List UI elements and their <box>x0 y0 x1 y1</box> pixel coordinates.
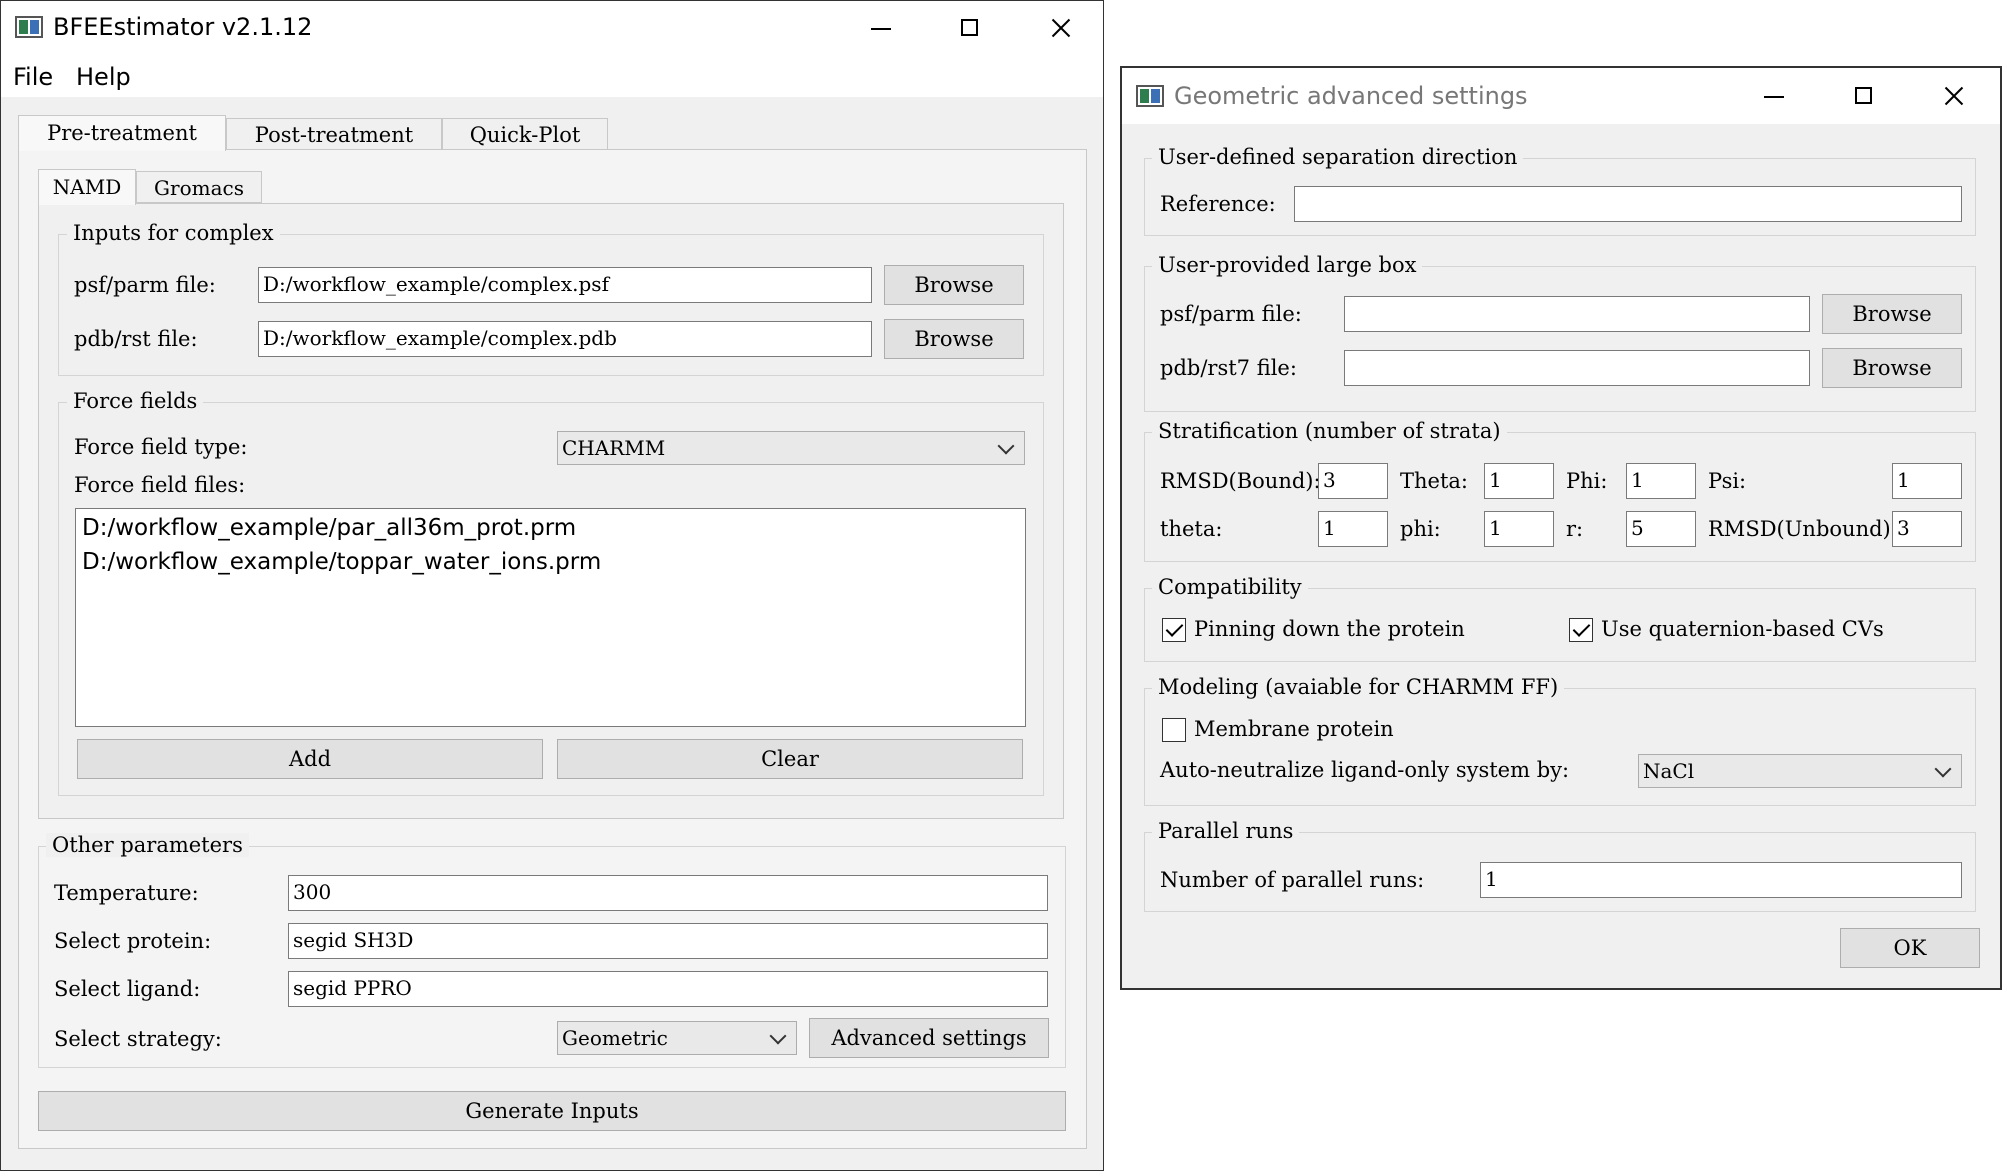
neutralize-combo[interactable]: NaCl <box>1638 754 1962 788</box>
psf-browse-button[interactable]: Browse <box>884 265 1024 305</box>
other-params-legend: Other parameters <box>46 833 249 857</box>
modeling-legend: Modeling (avaiable for CHARMM FF) <box>1152 675 1565 699</box>
minimize-icon[interactable] <box>859 6 903 50</box>
large-box-pdb-label: pdb/rst7 file: <box>1160 356 1297 380</box>
rmsd-unbound-input[interactable]: 3 <box>1892 511 1962 547</box>
tab-namd[interactable]: NAMD <box>38 169 136 205</box>
tab-pre-treatment[interactable]: Pre-treatment <box>18 115 226 151</box>
pdb-browse-button[interactable]: Browse <box>884 319 1024 359</box>
minimize-icon[interactable] <box>1752 74 1796 118</box>
tab-gromacs[interactable]: Gromacs <box>136 171 262 203</box>
ligand-input[interactable]: segid PPRO <box>288 971 1048 1007</box>
quaternion-checkbox[interactable] <box>1569 618 1593 642</box>
phi-upper-label: Phi: <box>1566 469 1608 493</box>
separation-legend: User-defined separation direction <box>1152 145 1524 169</box>
close-icon[interactable] <box>1932 74 1976 118</box>
neutralize-value: NaCl <box>1643 759 1695 783</box>
protein-label: Select protein: <box>54 929 212 953</box>
psf-input[interactable]: D:/workflow_example/complex.psf <box>258 267 872 303</box>
list-item[interactable]: D:/workflow_example/toppar_water_ions.pr… <box>82 549 601 575</box>
generate-inputs-button[interactable]: Generate Inputs <box>38 1091 1066 1131</box>
modeling-group <box>1144 688 1976 806</box>
menubar: File Help <box>1 55 1103 97</box>
neutralize-label: Auto-neutralize ligand-only system by: <box>1160 758 1570 782</box>
ff-files-list[interactable]: D:/workflow_example/par_all36m_prot.prm … <box>75 508 1026 727</box>
pinning-label: Pinning down the protein <box>1194 617 1465 641</box>
tab-post-treatment[interactable]: Post-treatment <box>226 118 442 150</box>
theta-upper-label: Theta: <box>1400 469 1468 493</box>
ligand-label: Select ligand: <box>54 977 201 1001</box>
main-window-title: BFEEstimator v2.1.12 <box>53 13 313 41</box>
reference-label: Reference: <box>1160 192 1276 216</box>
psf-label: psf/parm file: <box>74 273 216 297</box>
pinning-checkbox[interactable] <box>1162 618 1186 642</box>
menu-help[interactable]: Help <box>76 63 131 91</box>
maximize-icon[interactable] <box>1842 74 1886 118</box>
theta-label: theta: <box>1160 517 1223 541</box>
phi-input[interactable]: 1 <box>1484 511 1554 547</box>
parallel-runs-input[interactable]: 1 <box>1480 862 1962 898</box>
strata-legend: Stratification (number of strata) <box>1152 419 1507 443</box>
parallel-runs-label: Number of parallel runs: <box>1160 868 1425 892</box>
reference-input[interactable] <box>1294 186 1962 222</box>
rmsd-bound-input[interactable]: 3 <box>1318 463 1388 499</box>
strategy-value: Geometric <box>562 1026 668 1050</box>
inputs-group-legend: Inputs for complex <box>67 221 280 245</box>
app-icon <box>15 16 43 38</box>
protein-input[interactable]: segid SH3D <box>288 923 1048 959</box>
psi-label: Psi: <box>1708 469 1747 493</box>
maximize-icon[interactable] <box>948 6 992 50</box>
large-box-legend: User-provided large box <box>1152 253 1423 277</box>
app-icon <box>1136 85 1164 107</box>
rmsd-unbound-label: RMSD(Unbound): <box>1708 517 1898 541</box>
parallel-legend: Parallel runs <box>1152 819 1300 843</box>
list-item[interactable]: D:/workflow_example/par_all36m_prot.prm <box>82 515 576 541</box>
dialog-title: Geometric advanced settings <box>1174 82 1528 110</box>
menu-file[interactable]: File <box>13 63 53 91</box>
theta-upper-input[interactable]: 1 <box>1484 463 1554 499</box>
strategy-combo[interactable]: Geometric <box>557 1021 797 1055</box>
large-box-psf-label: psf/parm file: <box>1160 302 1302 326</box>
dialog-titlebar: Geometric advanced settings <box>1122 68 2000 124</box>
strategy-label: Select strategy: <box>54 1027 222 1051</box>
advanced-settings-dialog: Geometric advanced settings User-defined… <box>1120 66 2002 990</box>
large-box-pdb-input[interactable] <box>1344 350 1810 386</box>
phi-upper-input[interactable]: 1 <box>1626 463 1696 499</box>
membrane-label: Membrane protein <box>1194 717 1394 741</box>
ff-type-value: CHARMM <box>562 436 666 460</box>
large-box-pdb-browse-button[interactable]: Browse <box>1822 348 1962 388</box>
large-box-psf-browse-button[interactable]: Browse <box>1822 294 1962 334</box>
compat-legend: Compatibility <box>1152 575 1308 599</box>
large-box-group <box>1144 266 1976 412</box>
main-window: BFEEstimator v2.1.12 File Help Pre-treat… <box>0 0 1104 1171</box>
membrane-checkbox[interactable] <box>1162 718 1186 742</box>
temperature-label: Temperature: <box>54 881 199 905</box>
chevron-down-icon <box>1934 760 1952 778</box>
close-icon[interactable] <box>1039 6 1083 50</box>
main-titlebar: BFEEstimator v2.1.12 <box>1 1 1103 55</box>
rmsd-bound-label: RMSD(Bound): <box>1160 469 1321 493</box>
pdb-input[interactable]: D:/workflow_example/complex.pdb <box>258 321 872 357</box>
strata-group <box>1144 432 1976 562</box>
quaternion-label: Use quaternion-based CVs <box>1601 617 1884 641</box>
large-box-psf-input[interactable] <box>1344 296 1810 332</box>
ok-button[interactable]: OK <box>1840 928 1980 968</box>
tab-quick-plot[interactable]: Quick-Plot <box>442 118 608 150</box>
temperature-input[interactable]: 300 <box>288 875 1048 911</box>
r-input[interactable]: 5 <box>1626 511 1696 547</box>
add-button[interactable]: Add <box>77 739 543 779</box>
r-label: r: <box>1566 517 1584 541</box>
theta-input[interactable]: 1 <box>1318 511 1388 547</box>
advanced-settings-button[interactable]: Advanced settings <box>809 1018 1049 1058</box>
psi-input[interactable]: 1 <box>1892 463 1962 499</box>
ff-files-label: Force field files: <box>74 473 246 497</box>
ff-type-label: Force field type: <box>74 435 248 459</box>
clear-button[interactable]: Clear <box>557 739 1023 779</box>
pdb-label: pdb/rst file: <box>74 327 198 351</box>
ff-type-combo[interactable]: CHARMM <box>557 431 1025 465</box>
chevron-down-icon <box>769 1027 787 1045</box>
phi-label: phi: <box>1400 517 1441 541</box>
force-fields-legend: Force fields <box>67 389 204 413</box>
chevron-down-icon <box>997 437 1015 455</box>
